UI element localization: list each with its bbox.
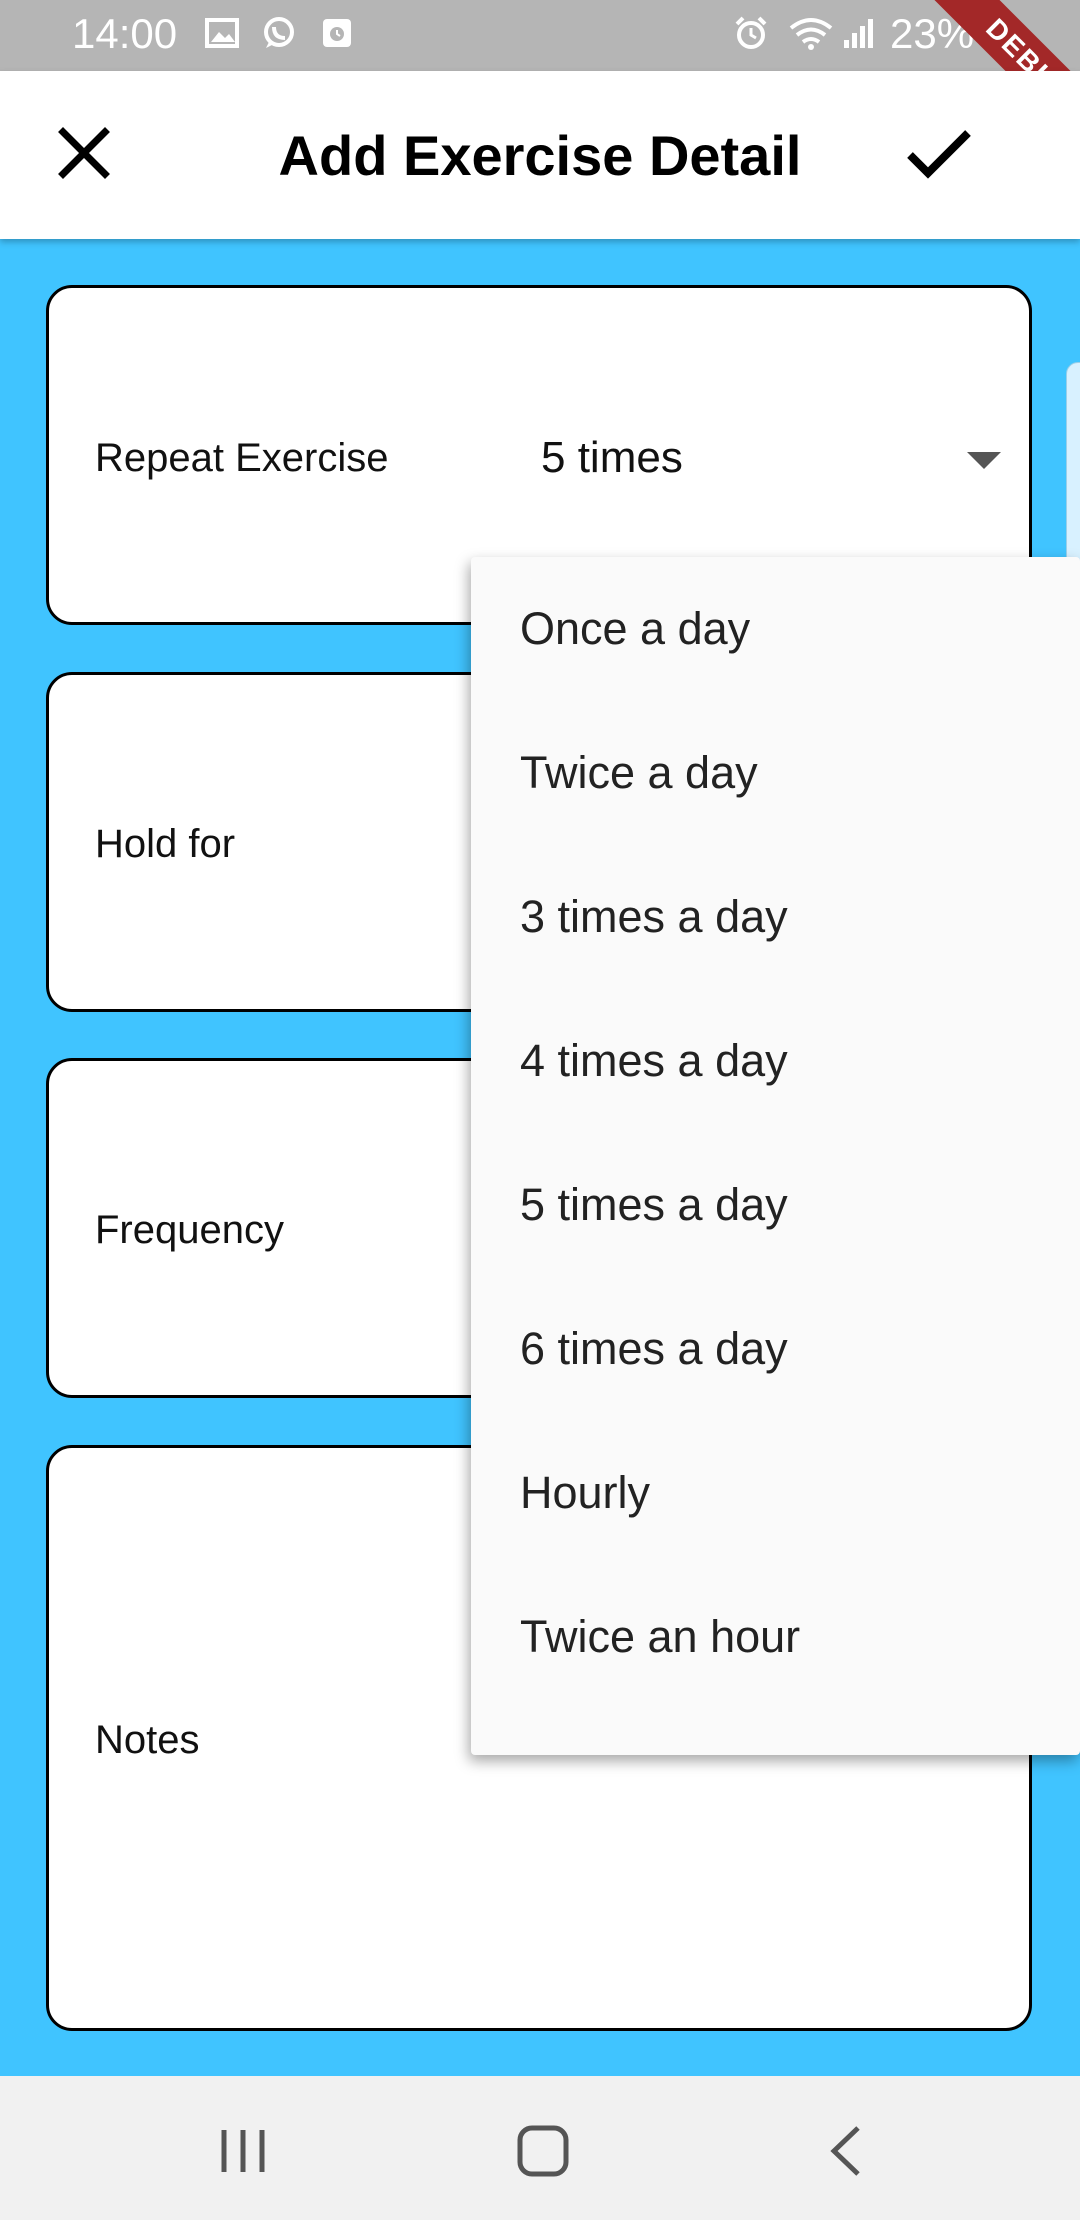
repeat-exercise-menu: Once a day Twice a day 3 times a day 4 t… [471,557,1080,1755]
menu-item[interactable]: 6 times a day [471,1277,1080,1421]
repeat-exercise-dropdown[interactable]: 5 times [541,433,683,483]
frequency-label: Frequency [95,1208,284,1252]
menu-item[interactable]: Once a day [471,557,1080,701]
dropdown-arrow-icon[interactable] [967,452,1001,469]
app-bar: Add Exercise Detail [0,71,1080,239]
status-time: 14:00 [72,10,178,57]
calendar-icon [323,19,351,47]
navigation-bar [0,2076,1080,2220]
menu-item[interactable]: Hourly [471,1421,1080,1565]
image-icon [205,18,239,48]
repeat-exercise-label: Repeat Exercise [95,436,389,480]
menu-item[interactable]: Twice an hour [471,1565,1080,1709]
back-icon[interactable] [812,2116,882,2186]
whatsapp-icon [264,17,294,48]
check-icon[interactable] [898,117,978,189]
notes-label: Notes [95,1718,200,1762]
recent-apps-icon[interactable] [208,2116,278,2186]
hold-for-label: Hold for [95,822,236,866]
home-icon[interactable] [508,2116,578,2186]
menu-item[interactable]: 5 times a day [471,1133,1080,1277]
menu-item[interactable]: 3 times a day [471,845,1080,989]
menu-item[interactable]: Twice a day [471,701,1080,845]
alarm-icon [735,16,767,49]
menu-item[interactable]: 4 times a day [471,989,1080,1133]
wifi-icon [789,18,833,50]
signal-icon [844,19,873,48]
status-bar: 14:00 23% [0,0,1080,71]
